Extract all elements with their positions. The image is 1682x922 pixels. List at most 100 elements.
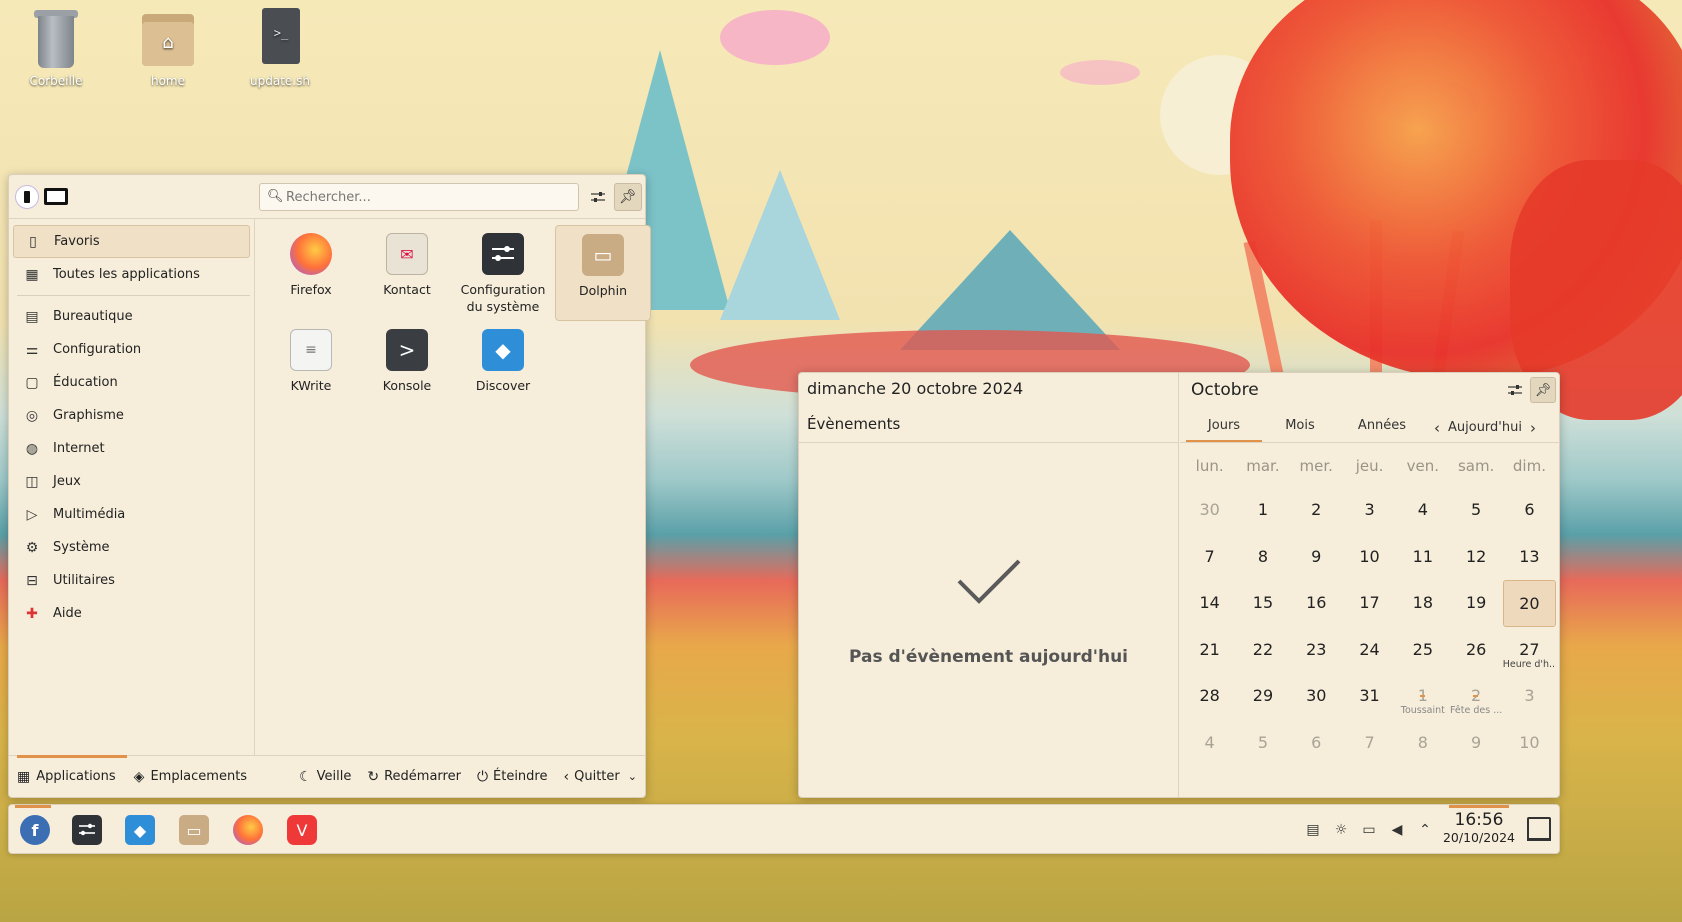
next-month-button[interactable]: › <box>1522 415 1544 441</box>
calendar-day[interactable]: 3 <box>1503 673 1556 720</box>
calendar-day[interactable]: 31 <box>1343 673 1396 720</box>
launcher-pin-button[interactable]: 📌︎ <box>614 183 642 211</box>
category-favorites[interactable]: ▯ Favoris <box>13 225 250 258</box>
calendar-day[interactable]: 13 <box>1503 534 1556 581</box>
volume-icon[interactable]: ◀ <box>1383 822 1411 838</box>
calendar-day[interactable]: 24 <box>1343 627 1396 674</box>
calendar-day[interactable]: 9 <box>1290 534 1343 581</box>
app-label: Discover <box>475 378 531 393</box>
calendar-day[interactable]: 10 <box>1503 720 1556 767</box>
taskbar-firefox[interactable] <box>230 812 266 848</box>
clipboard-icon[interactable]: ▤ <box>1299 822 1327 838</box>
calendar-day[interactable]: 5 <box>1236 720 1289 767</box>
application-launcher-button[interactable]: f <box>17 812 53 848</box>
calendar-day[interactable]: 10 <box>1343 534 1396 581</box>
calendar-day[interactable]: 23 <box>1290 627 1343 674</box>
favorite-kwrite[interactable]: ≡ KWrite <box>263 321 359 417</box>
calendar-pin-button[interactable]: 📌︎ <box>1530 377 1556 403</box>
calendar-day[interactable]: 11 <box>1396 534 1449 581</box>
calendar-day[interactable]: 18 <box>1396 580 1449 627</box>
calendar-day[interactable]: 27 Heure d'h... <box>1503 627 1556 674</box>
category-internet[interactable]: ◍ Internet <box>13 432 250 465</box>
search-input[interactable] <box>286 187 571 207</box>
favorite-discover[interactable]: ◆ Discover <box>455 321 551 417</box>
calendar-day[interactable]: 8 <box>1396 720 1449 767</box>
restart-button[interactable]: ↻ Redémarrer <box>359 756 469 798</box>
sleep-button[interactable]: ☾ Veille <box>291 756 359 798</box>
category-help[interactable]: ✚ Aide <box>13 597 250 630</box>
category-games[interactable]: ◫ Jeux <box>13 465 250 498</box>
digital-clock[interactable]: 16:56 20/10/2024 <box>1439 810 1519 846</box>
user-avatar[interactable] <box>15 185 39 209</box>
calendar-day[interactable]: 7 <box>1343 720 1396 767</box>
favorite-firefox[interactable]: Firefox <box>263 225 359 321</box>
brightness-icon[interactable]: ☼ <box>1327 822 1355 838</box>
calendar-day[interactable]: 2 Fête des ... <box>1449 673 1502 720</box>
calendar-day[interactable]: 15 <box>1236 580 1289 627</box>
day-number: 22 <box>1252 639 1274 659</box>
category-graphics[interactable]: ◎ Graphisme <box>13 399 250 432</box>
launcher-configure-button[interactable] <box>584 183 612 211</box>
calendar-day[interactable]: 30 <box>1183 487 1236 534</box>
calendar-day[interactable]: 22 <box>1236 627 1289 674</box>
tab-days[interactable]: Jours <box>1186 413 1262 443</box>
today-button[interactable]: Aujourd'hui <box>1448 415 1522 441</box>
window-icon[interactable] <box>44 188 68 205</box>
category-system[interactable]: ⚙ Système <box>13 531 250 564</box>
tab-months[interactable]: Mois <box>1262 413 1338 443</box>
chevron-up-icon[interactable]: ⌃ <box>1411 822 1439 838</box>
calendar-day[interactable]: 19 <box>1449 580 1502 627</box>
calendar-day[interactable]: 3 <box>1343 487 1396 534</box>
calendar-day[interactable]: 6 <box>1503 487 1556 534</box>
favorite-kontact[interactable]: ✉ Kontact <box>359 225 455 321</box>
calendar-day[interactable]: 9 <box>1449 720 1502 767</box>
leave-button[interactable]: ‹ Quitter ⌄ <box>556 756 645 798</box>
tab-years[interactable]: Années <box>1338 413 1426 443</box>
calendar-day[interactable]: 8 <box>1236 534 1289 581</box>
desktop-icon-home[interactable]: ⌂ home <box>126 8 210 88</box>
calendar-day[interactable]: 17 <box>1343 580 1396 627</box>
category-education[interactable]: ▢ Éducation <box>13 366 250 399</box>
tab-applications[interactable]: ▦ Applications <box>9 754 127 798</box>
calendar-day[interactable]: 29 <box>1236 673 1289 720</box>
calendar-day[interactable]: 4 <box>1183 720 1236 767</box>
category-all-applications[interactable]: ▦ Toutes les applications <box>13 258 250 291</box>
previous-month-button[interactable]: ‹ <box>1426 415 1448 441</box>
day-number: 10 <box>1519 732 1540 752</box>
favorite-system-settings[interactable]: Configuration du système <box>455 225 551 321</box>
desktop-icon-update-script[interactable]: >_ update.sh <box>238 8 322 88</box>
calendar-day[interactable]: 12 <box>1449 534 1502 581</box>
taskbar-system-settings[interactable] <box>69 812 105 848</box>
launcher-search[interactable]: 🔍︎ <box>259 183 579 211</box>
taskbar-vivaldi[interactable]: V <box>284 812 320 848</box>
favorite-konsole[interactable]: > Konsole <box>359 321 455 417</box>
calendar-day[interactable]: 21 <box>1183 627 1236 674</box>
calendar-day[interactable]: 26 <box>1449 627 1502 674</box>
taskbar-dolphin[interactable]: ▭ <box>176 812 212 848</box>
calendar-day[interactable]: 2 <box>1290 487 1343 534</box>
display-icon[interactable]: ▭ <box>1355 822 1383 838</box>
calendar-day[interactable]: 28 <box>1183 673 1236 720</box>
category-multimedia[interactable]: ▷ Multimédia <box>13 498 250 531</box>
calendar-day[interactable]: 30 <box>1290 673 1343 720</box>
category-configuration[interactable]: ⚌ Configuration <box>13 333 250 366</box>
calendar-day[interactable]: 25 <box>1396 627 1449 674</box>
desktop-icon-trash[interactable]: Corbeille <box>14 8 98 88</box>
category-office[interactable]: ▤ Bureautique <box>13 300 250 333</box>
calendar-day[interactable]: 14 <box>1183 580 1236 627</box>
shutdown-button[interactable]: ⏻ Éteindre <box>469 756 556 798</box>
calendar-day-today[interactable]: 20 <box>1502 580 1557 627</box>
calendar-day[interactable]: 7 <box>1183 534 1236 581</box>
calendar-day[interactable]: 6 <box>1290 720 1343 767</box>
calendar-configure-button[interactable] <box>1502 377 1528 403</box>
taskbar-discover[interactable]: ◆ <box>122 812 158 848</box>
calendar-day[interactable]: 4 <box>1396 487 1449 534</box>
calendar-day[interactable]: 5 <box>1449 487 1502 534</box>
show-desktop-button[interactable] <box>1527 817 1551 841</box>
favorite-dolphin[interactable]: ▭ Dolphin <box>555 225 651 321</box>
category-utilities[interactable]: ⊟ Utilitaires <box>13 564 250 597</box>
tab-places[interactable]: ◈ Emplacements <box>126 756 257 798</box>
calendar-day[interactable]: 1 <box>1236 487 1289 534</box>
calendar-day[interactable]: 1 Toussaint <box>1396 673 1449 720</box>
calendar-day[interactable]: 16 <box>1290 580 1343 627</box>
